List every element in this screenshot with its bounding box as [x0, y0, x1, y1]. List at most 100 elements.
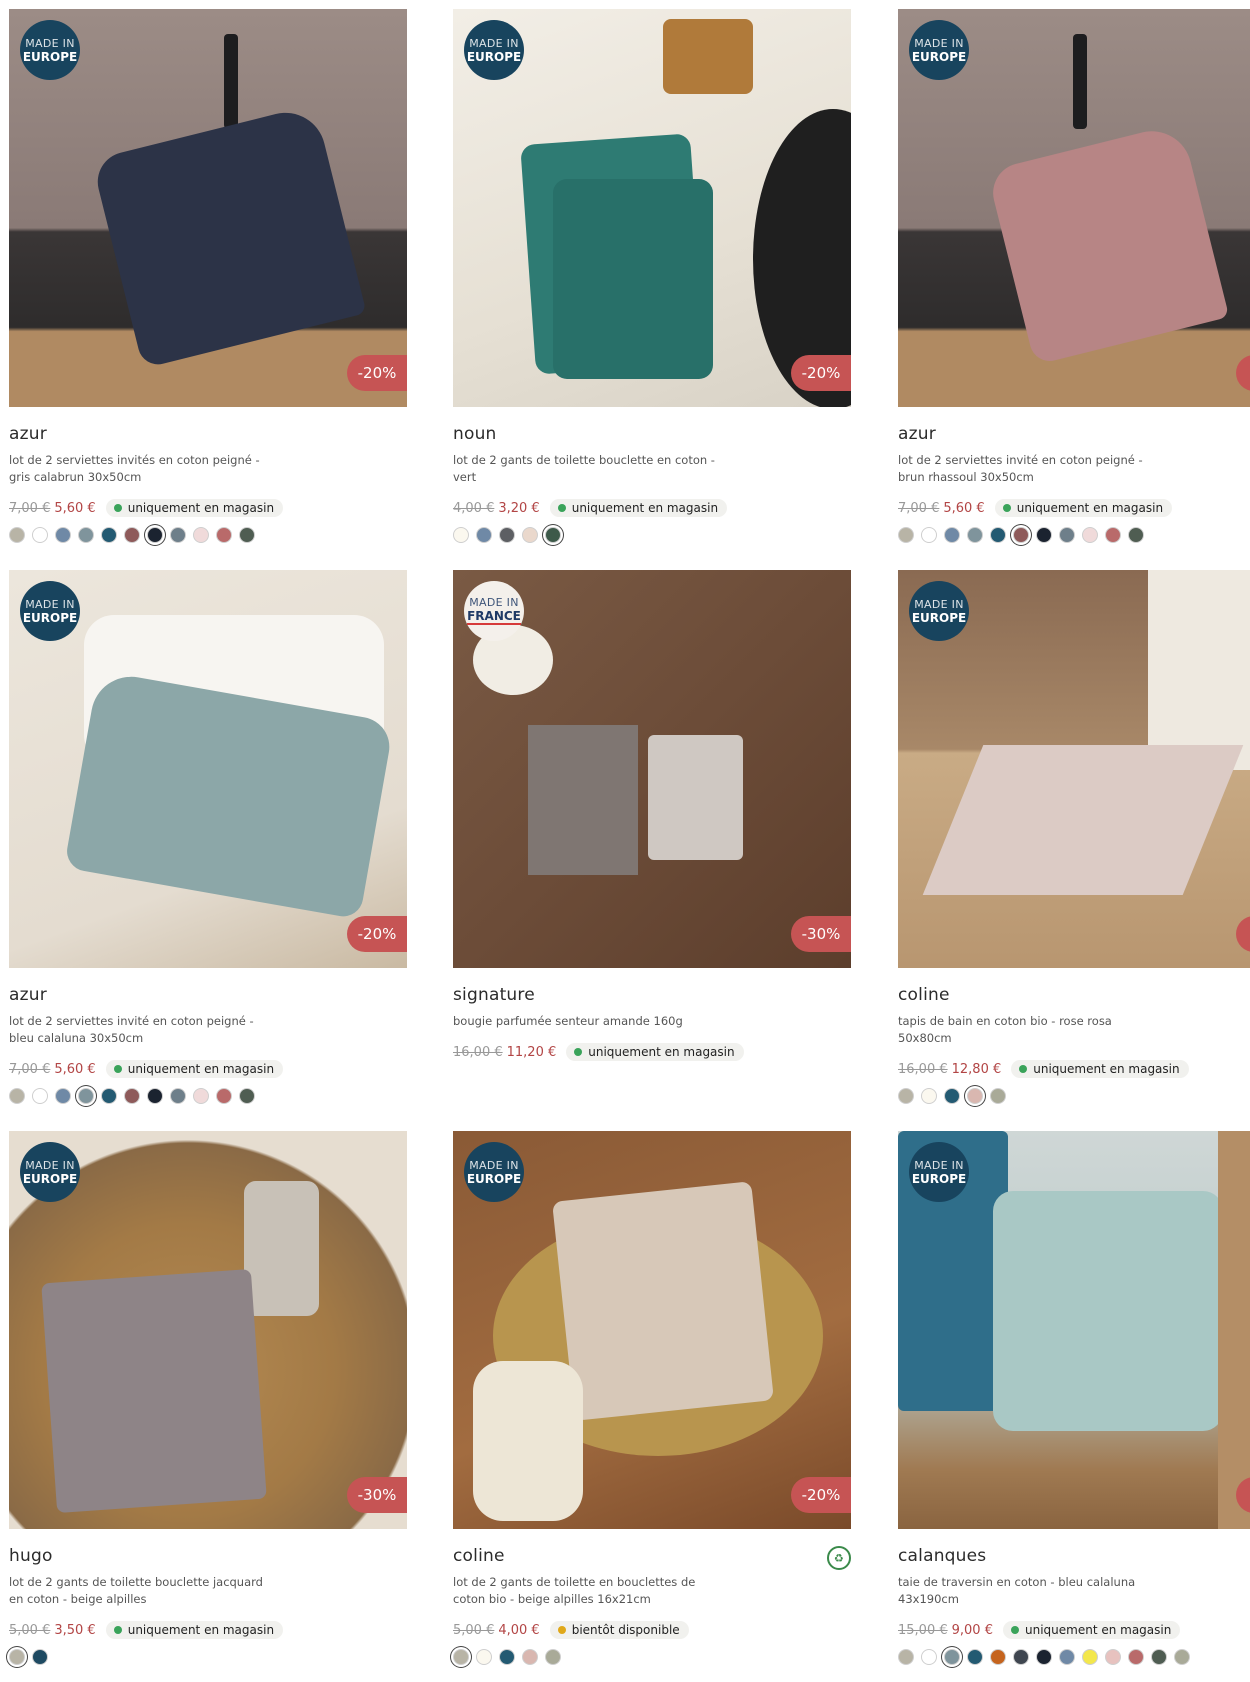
color-swatch[interactable]	[193, 1088, 209, 1104]
color-swatch[interactable]	[9, 1649, 25, 1665]
color-swatch[interactable]	[990, 1649, 1006, 1665]
color-swatch[interactable]	[990, 1088, 1006, 1104]
color-swatch[interactable]	[1013, 1649, 1029, 1665]
color-swatch[interactable]	[944, 527, 960, 543]
color-swatch[interactable]	[898, 1088, 914, 1104]
color-swatch[interactable]	[1059, 527, 1075, 543]
product-description[interactable]: lot de 2 gants de toilette bouclette jac…	[9, 1574, 279, 1608]
color-swatch[interactable]	[193, 527, 209, 543]
product-card[interactable]: MADE IN FRANCE -30% signature bougie parf…	[453, 570, 851, 1071]
product-description[interactable]: tapis de bain en coton bio - rose rosa 5…	[898, 1013, 1168, 1047]
color-swatch[interactable]	[78, 1088, 94, 1104]
color-swatch[interactable]	[898, 527, 914, 543]
color-swatch[interactable]	[124, 527, 140, 543]
color-swatch[interactable]	[216, 1088, 232, 1104]
color-swatch[interactable]	[1105, 1649, 1121, 1665]
color-swatch[interactable]	[1151, 1649, 1167, 1665]
color-swatch[interactable]	[239, 1088, 255, 1104]
product-description[interactable]: lot de 2 serviettes invité en coton peig…	[9, 1013, 279, 1047]
color-swatch[interactable]	[499, 527, 515, 543]
product-image[interactable]: MADE IN EUROPE	[898, 1131, 1250, 1529]
product-card[interactable]: MADE IN EUROPE -20% noun lot de 2 gants d…	[453, 9, 851, 543]
color-swatch[interactable]	[944, 1088, 960, 1104]
product-card[interactable]: MADE IN EUROPE -20% azur lot de 2 serviet…	[9, 570, 407, 1104]
color-swatch[interactable]	[1105, 527, 1121, 543]
product-description[interactable]: lot de 2 gants de toilette bouclette en …	[453, 452, 723, 486]
product-image[interactable]: MADE IN EUROPE	[898, 9, 1250, 407]
color-swatch[interactable]	[921, 527, 937, 543]
color-swatch[interactable]	[967, 1649, 983, 1665]
color-swatch[interactable]	[55, 527, 71, 543]
color-swatch[interactable]	[1036, 1649, 1052, 1665]
color-swatch[interactable]	[101, 527, 117, 543]
product-image[interactable]: MADE IN EUROPE -20%	[9, 9, 407, 407]
product-card[interactable]: MADE IN EUROPE coline tapis de bain en co…	[898, 570, 1250, 1104]
color-swatch[interactable]	[1013, 527, 1029, 543]
color-swatch[interactable]	[990, 527, 1006, 543]
color-swatch[interactable]	[216, 527, 232, 543]
product-image[interactable]: MADE IN EUROPE	[898, 570, 1250, 968]
product-brand[interactable]: coline	[453, 1546, 505, 1566]
product-description[interactable]: taie de traversin en coton - bleu calalu…	[898, 1574, 1168, 1608]
color-swatch[interactable]	[545, 1649, 561, 1665]
color-swatch[interactable]	[453, 1649, 469, 1665]
product-image[interactable]: MADE IN EUROPE -30%	[9, 1131, 407, 1529]
product-card[interactable]: MADE IN EUROPE azur lot de 2 serviettes i…	[898, 9, 1250, 543]
product-brand[interactable]: azur	[9, 424, 407, 446]
product-image[interactable]: MADE IN FRANCE -30%	[453, 570, 851, 968]
color-swatch[interactable]	[170, 1088, 186, 1104]
color-swatch[interactable]	[1128, 527, 1144, 543]
color-swatch[interactable]	[78, 527, 94, 543]
color-swatch[interactable]	[921, 1649, 937, 1665]
product-brand[interactable]: hugo	[9, 1546, 407, 1568]
product-card[interactable]: MADE IN EUROPE -20% coline ♻ lot de 2 gan…	[453, 1131, 851, 1665]
product-card[interactable]: MADE IN EUROPE -30% hugo lot de 2 gants d…	[9, 1131, 407, 1665]
product-description[interactable]: bougie parfumée senteur amande 160g	[453, 1013, 723, 1030]
color-swatch[interactable]	[147, 527, 163, 543]
product-image[interactable]: MADE IN EUROPE -20%	[453, 9, 851, 407]
color-swatch[interactable]	[944, 1649, 960, 1665]
color-swatch[interactable]	[55, 1088, 71, 1104]
product-image[interactable]: MADE IN EUROPE -20%	[9, 570, 407, 968]
color-swatch[interactable]	[9, 1088, 25, 1104]
color-swatch[interactable]	[1174, 1649, 1190, 1665]
product-card[interactable]: MADE IN EUROPE -20% azur lot de 2 serviet…	[9, 9, 407, 543]
color-swatch[interactable]	[522, 527, 538, 543]
color-swatch[interactable]	[522, 1649, 538, 1665]
color-swatch[interactable]	[545, 527, 561, 543]
color-swatch[interactable]	[1082, 1649, 1098, 1665]
color-swatch[interactable]	[9, 527, 25, 543]
color-swatch[interactable]	[476, 527, 492, 543]
color-swatch[interactable]	[1059, 1649, 1075, 1665]
color-swatch[interactable]	[32, 527, 48, 543]
product-image[interactable]: MADE IN EUROPE -20%	[453, 1131, 851, 1529]
product-brand[interactable]: azur	[898, 424, 1250, 446]
color-swatch[interactable]	[967, 1088, 983, 1104]
color-swatch[interactable]	[101, 1088, 117, 1104]
color-swatch[interactable]	[967, 527, 983, 543]
color-swatch[interactable]	[499, 1649, 515, 1665]
color-swatch[interactable]	[170, 527, 186, 543]
color-swatch[interactable]	[476, 1649, 492, 1665]
color-swatch[interactable]	[1082, 527, 1098, 543]
color-swatch[interactable]	[32, 1649, 48, 1665]
color-swatch[interactable]	[453, 527, 469, 543]
color-swatch[interactable]	[898, 1649, 914, 1665]
color-swatch[interactable]	[147, 1088, 163, 1104]
color-swatch[interactable]	[1128, 1649, 1144, 1665]
color-swatch[interactable]	[239, 527, 255, 543]
color-swatch[interactable]	[32, 1088, 48, 1104]
color-swatch[interactable]	[124, 1088, 140, 1104]
color-swatch[interactable]	[1036, 527, 1052, 543]
product-description[interactable]: lot de 2 serviettes invités en coton pei…	[9, 452, 279, 486]
product-description[interactable]: lot de 2 gants de toilette en bouclettes…	[453, 1574, 723, 1608]
product-brand[interactable]: noun	[453, 424, 851, 446]
product-brand[interactable]: coline	[898, 985, 1250, 1007]
product-brand[interactable]: signature	[453, 985, 851, 1007]
product-card[interactable]: MADE IN EUROPE calanques taie de traversi…	[898, 1131, 1250, 1665]
towel	[91, 104, 367, 369]
product-brand[interactable]: azur	[9, 985, 407, 1007]
color-swatch[interactable]	[921, 1088, 937, 1104]
product-brand[interactable]: calanques	[898, 1546, 1250, 1568]
product-description[interactable]: lot de 2 serviettes invité en coton peig…	[898, 452, 1168, 486]
